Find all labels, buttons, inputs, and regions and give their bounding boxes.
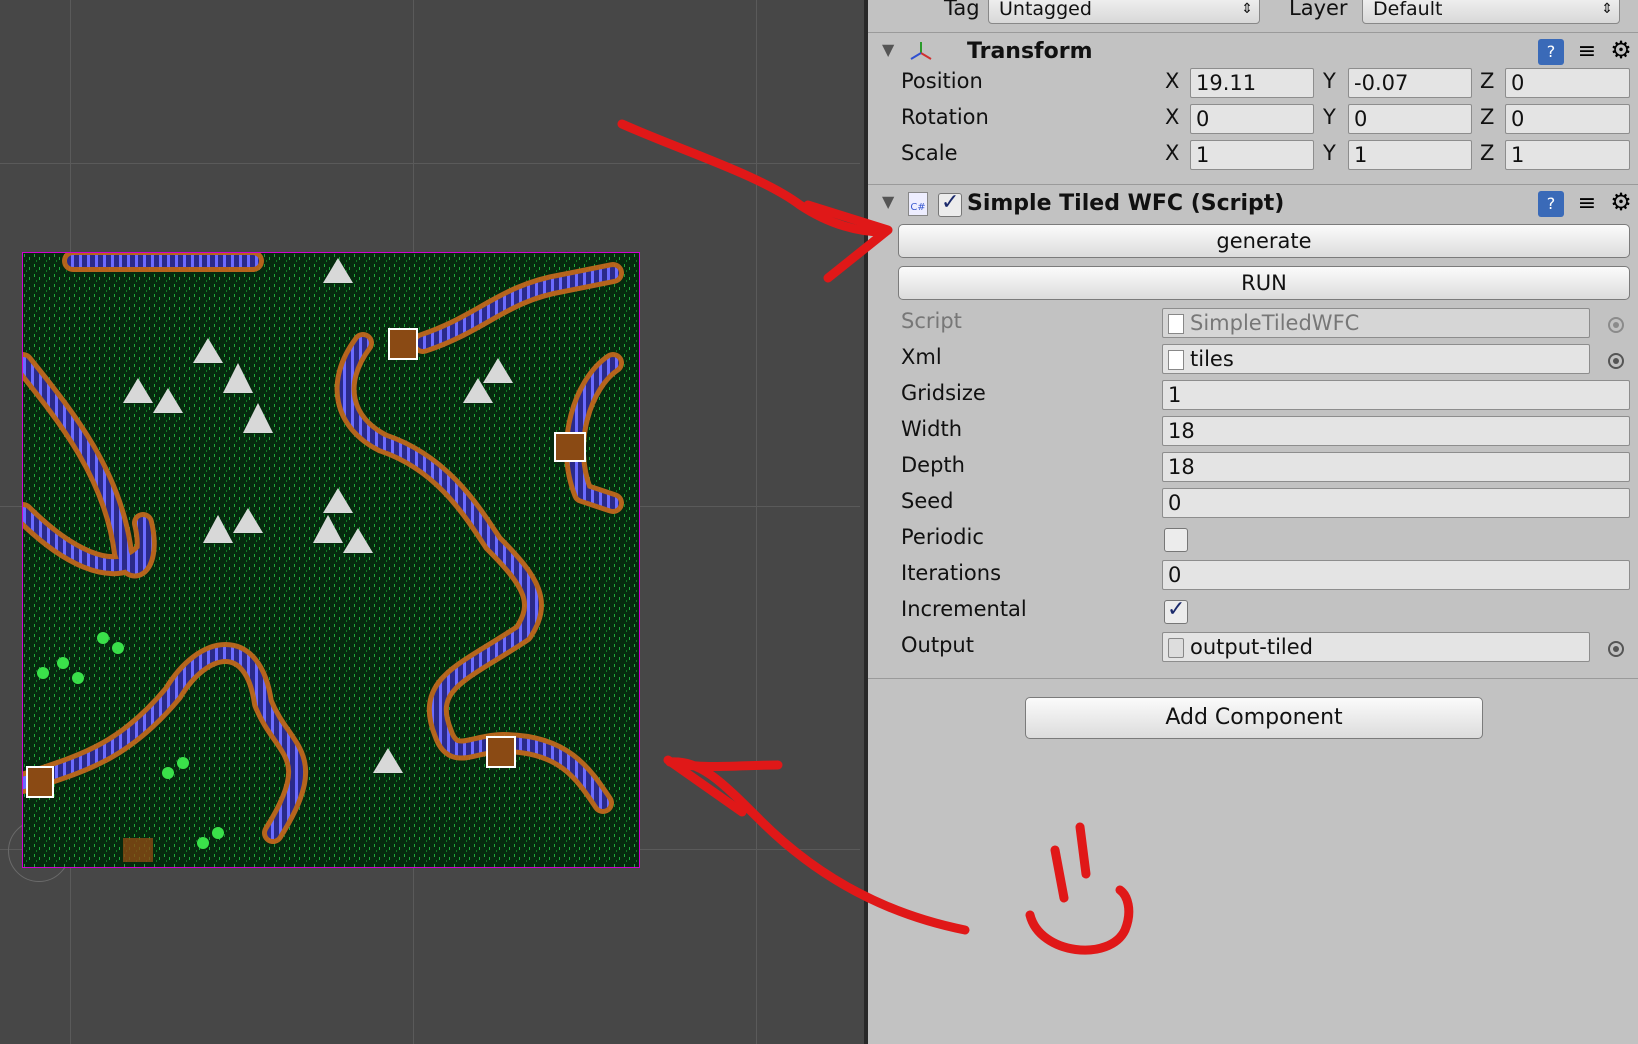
xml-label: Xml [901,345,942,369]
seed-label: Seed [901,489,954,513]
dropdown-arrow-icon: ⇕ [1241,1,1253,17]
script-file-icon [1168,314,1184,334]
seed-field[interactable]: 0 [1162,488,1630,518]
periodic-label: Periodic [901,525,984,549]
transform-axes-icon [910,42,932,60]
scene-grid-line [756,0,757,1044]
xml-field[interactable]: tiles [1162,344,1590,374]
output-row: Output output-tiled [868,630,1638,664]
tag-dropdown-value: Untagged [999,0,1092,20]
xml-row: Xml tiles [868,342,1638,376]
depth-field[interactable]: 18 [1162,452,1630,482]
axis-z-label: Z [1480,141,1495,165]
incremental-label: Incremental [901,597,1027,621]
csharp-script-icon: C# [908,192,928,216]
position-y-field[interactable]: -0.07 [1348,68,1472,98]
scale-row: Scale X 1 Y 1 Z 1 [868,138,1638,172]
help-icon[interactable]: ? [1538,39,1564,65]
script-row: Script SimpleTiledWFC [868,306,1638,340]
position-z-field[interactable]: 0 [1505,68,1630,98]
transform-title: Transform [967,39,1093,64]
rotation-row: Rotation X 0 Y 0 Z 0 [868,102,1638,136]
gear-icon[interactable]: ⚙ [1608,37,1634,63]
help-icon[interactable]: ? [1538,191,1564,217]
script-component-header[interactable]: ▼ C# Simple Tiled WFC (Script) ? ≡ ⚙ [868,184,1638,225]
depth-label: Depth [901,453,965,477]
inspector-panel: Tag Untagged ⇕ Layer Default ⇕ ▼ Transfo… [864,0,1638,1044]
width-row: Width 18 [868,414,1638,448]
rotation-y-field[interactable]: 0 [1348,104,1472,134]
dropdown-arrow-icon: ⇕ [1601,1,1613,17]
rotation-x-field[interactable]: 0 [1190,104,1314,134]
text-asset-icon [1168,350,1184,370]
generate-button[interactable]: generate [898,224,1630,258]
gridsize-label: Gridsize [901,381,986,405]
iterations-field[interactable]: 0 [1162,560,1630,590]
gear-icon[interactable]: ⚙ [1608,189,1634,215]
axis-x-label: X [1165,69,1180,93]
tilemap-image [23,253,639,867]
position-row: Position X 19.11 Y -0.07 Z 0 [868,66,1638,100]
gridsize-row: Gridsize 1 [868,378,1638,412]
script-field: SimpleTiledWFC [1162,308,1590,338]
periodic-row: Periodic [868,522,1638,556]
scale-y-field[interactable]: 1 [1348,140,1472,170]
foldout-arrow-icon[interactable]: ▼ [882,192,894,211]
components-divider [868,678,1638,679]
rotation-z-field[interactable]: 0 [1505,104,1630,134]
layer-dropdown-value: Default [1373,0,1443,20]
tag-layer-row: Tag Untagged ⇕ Layer Default ⇕ [868,0,1638,28]
scale-z-field[interactable]: 1 [1505,140,1630,170]
axis-z-label: Z [1480,69,1495,93]
axis-y-label: Y [1323,69,1336,93]
output-label: Output [901,633,974,657]
output-field-value: output-tiled [1190,635,1313,659]
run-button[interactable]: RUN [898,266,1630,300]
layer-label: Layer [1289,0,1348,20]
preset-icon[interactable]: ≡ [1574,39,1600,65]
gridsize-field[interactable]: 1 [1162,380,1630,410]
width-field[interactable]: 18 [1162,416,1630,446]
axis-x-label: X [1165,105,1180,129]
position-x-field[interactable]: 19.11 [1190,68,1314,98]
gameobject-cube-icon [1168,638,1184,658]
tag-label: Tag [944,0,980,20]
scale-x-field[interactable]: 1 [1190,140,1314,170]
axis-z-label: Z [1480,105,1495,129]
periodic-checkbox[interactable] [1164,528,1188,552]
iterations-row: Iterations 0 [868,558,1638,592]
object-picker-icon [1608,317,1624,333]
rotation-label: Rotation [901,105,989,129]
tag-dropdown[interactable]: Untagged ⇕ [988,0,1260,24]
seed-row: Seed 0 [868,486,1638,520]
object-picker-icon[interactable] [1608,641,1624,657]
script-label: Script [901,309,962,333]
iterations-label: Iterations [901,561,1002,585]
script-field-value: SimpleTiledWFC [1190,311,1360,335]
position-label: Position [901,69,983,93]
script-enabled-checkbox[interactable] [938,190,962,217]
width-label: Width [901,417,963,441]
object-picker-icon[interactable] [1608,353,1624,369]
scale-label: Scale [901,141,958,165]
incremental-row: Incremental [868,594,1638,628]
add-component-button[interactable]: Add Component [1025,697,1483,739]
axis-y-label: Y [1323,141,1336,165]
output-field[interactable]: output-tiled [1162,632,1590,662]
generated-tilemap[interactable] [22,252,640,868]
axis-y-label: Y [1323,105,1336,129]
scene-grid-line [0,163,860,164]
incremental-checkbox[interactable] [1164,597,1188,624]
preset-icon[interactable]: ≡ [1574,191,1600,217]
axis-x-label: X [1165,141,1180,165]
foldout-arrow-icon[interactable]: ▼ [882,40,894,59]
xml-field-value: tiles [1190,347,1234,371]
scene-view[interactable] [0,0,860,1044]
depth-row: Depth 18 [868,450,1638,484]
script-component-title: Simple Tiled WFC (Script) [967,191,1285,216]
layer-dropdown[interactable]: Default ⇕ [1362,0,1620,24]
